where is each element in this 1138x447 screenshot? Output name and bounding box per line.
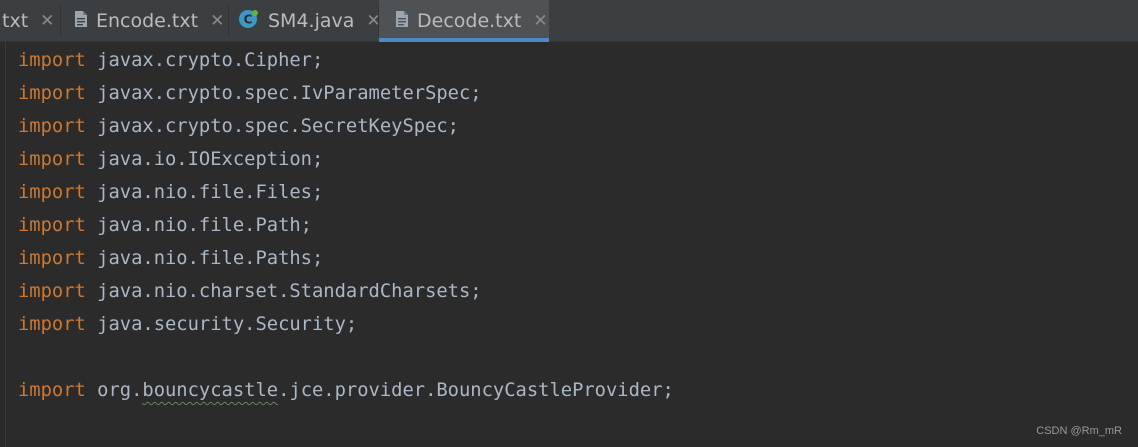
- import-path: javax.crypto.spec.IvParameterSpec;: [97, 83, 482, 104]
- close-icon[interactable]: ✕: [40, 11, 54, 31]
- code-editor[interactable]: import javax.crypto.Cipher; import javax…: [0, 42, 1138, 447]
- import-path: java.io.IOException;: [97, 149, 324, 170]
- unresolved-package[interactable]: bouncycastle: [142, 380, 278, 401]
- keyword: import: [18, 116, 86, 137]
- code-line: import java.io.IOException;: [18, 149, 323, 170]
- tab-encode-txt[interactable]: Encode.txt ✕: [68, 0, 228, 42]
- tab-label: Decode.txt: [417, 10, 522, 32]
- import-path: java.nio.file.Paths;: [97, 248, 324, 269]
- code-line: import org.bouncycastle.jce.provider.Bou…: [18, 380, 674, 401]
- tab-label: txt: [2, 10, 29, 32]
- import-path-suffix: .jce.provider.BouncyCastleProvider;: [278, 380, 674, 401]
- code-line: import java.nio.file.Paths;: [18, 248, 323, 269]
- tab-label: SM4.java: [268, 10, 355, 32]
- keyword: import: [18, 50, 86, 71]
- watermark: CSDN @Rm_mR: [1036, 425, 1122, 437]
- keyword: import: [18, 149, 86, 170]
- import-path: java.nio.file.Path;: [97, 215, 312, 236]
- tab-decode-txt[interactable]: Decode.txt ✕: [379, 0, 549, 42]
- close-icon[interactable]: ✕: [210, 11, 224, 31]
- svg-text:C: C: [244, 12, 253, 26]
- import-path: java.nio.charset.StandardCharsets;: [97, 281, 482, 302]
- gutter-divider: [5, 42, 6, 447]
- text-file-icon: [74, 10, 88, 33]
- import-path: javax.crypto.spec.SecretKeySpec;: [97, 116, 459, 137]
- code-line: import javax.crypto.spec.SecretKeySpec;: [18, 116, 459, 137]
- keyword: import: [18, 182, 86, 203]
- tab-label: Encode.txt: [96, 10, 199, 32]
- code-line: import java.security.Security;: [18, 314, 357, 335]
- import-path: javax.crypto.Cipher;: [97, 50, 324, 71]
- code-line: import javax.crypto.Cipher;: [18, 50, 323, 71]
- code-line: import java.nio.file.Path;: [18, 215, 312, 236]
- keyword: import: [18, 248, 86, 269]
- code-line: import java.nio.file.Files;: [18, 182, 323, 203]
- tab-txt[interactable]: txt ✕: [0, 0, 60, 42]
- close-icon[interactable]: ✕: [533, 11, 547, 31]
- keyword: import: [18, 380, 86, 401]
- keyword: import: [18, 314, 86, 335]
- text-file-icon: [395, 10, 409, 33]
- code-line: import java.nio.charset.StandardCharsets…: [18, 281, 482, 302]
- editor-tab-bar: txt ✕ Encode.txt ✕ C SM4.java ✕ Decode.t…: [0, 0, 1138, 42]
- import-path: java.nio.file.Files;: [97, 182, 324, 203]
- java-class-icon: C: [238, 8, 260, 35]
- keyword: import: [18, 281, 86, 302]
- import-path: java.security.Security;: [97, 314, 358, 335]
- code-line: import javax.crypto.spec.IvParameterSpec…: [18, 83, 482, 104]
- keyword: import: [18, 83, 86, 104]
- keyword: import: [18, 215, 86, 236]
- tab-sm4-java[interactable]: C SM4.java ✕: [232, 0, 381, 42]
- import-path-prefix: org.: [97, 380, 143, 401]
